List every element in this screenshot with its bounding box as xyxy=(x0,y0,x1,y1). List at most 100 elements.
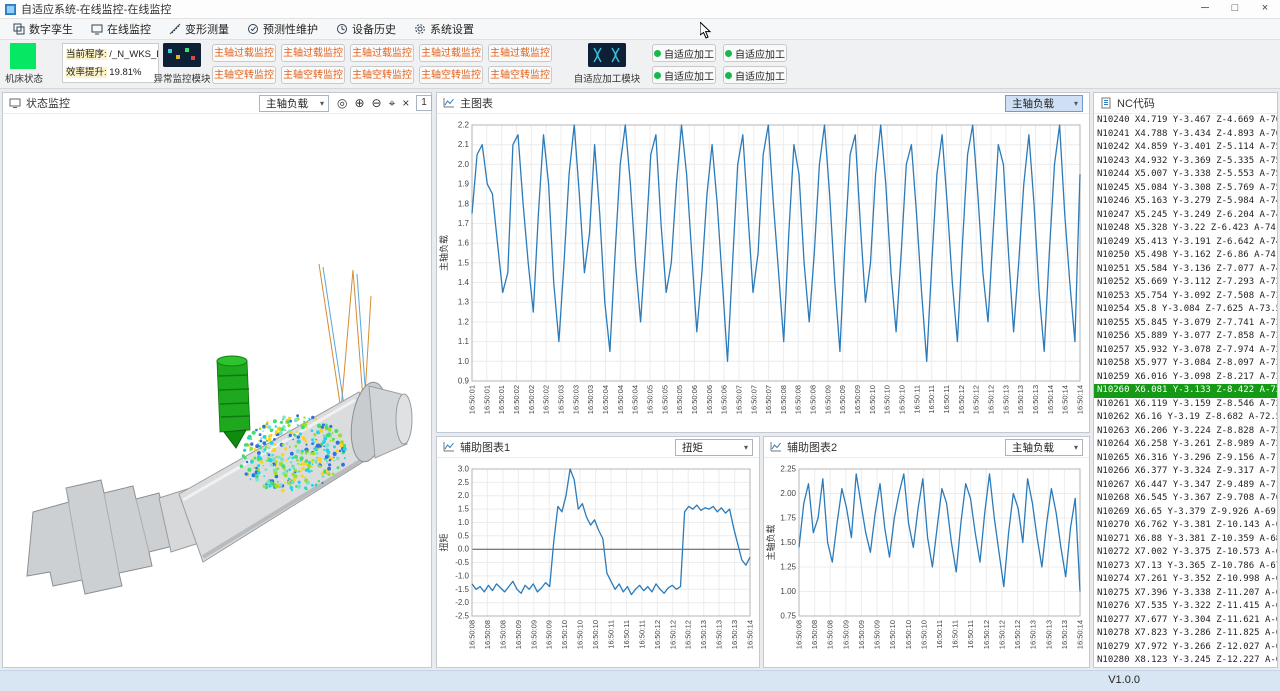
nc-code-line[interactable]: N10243 X4.932 Y-3.369 Z-5.335 A-75.523 xyxy=(1094,155,1277,169)
adaptive-machining-button-1[interactable]: 自适应加工 xyxy=(652,44,716,62)
adaptive-machining-button-3[interactable]: 自适应加工 xyxy=(652,66,716,84)
svg-text:16:50:09: 16:50:09 xyxy=(853,385,862,414)
adaptive-machining-button-2[interactable]: 自适应加工 xyxy=(723,44,787,62)
idle-monitor-button-4[interactable]: 主轴空转监控 xyxy=(419,66,483,84)
nc-code-line[interactable]: N10280 X8.123 Y-3.245 Z-12.227 A-62.23 xyxy=(1094,654,1277,667)
overload-monitor-button-5[interactable]: 主轴过载监控 xyxy=(488,44,552,62)
nc-code-line-active[interactable]: N10260 X6.081 Y-3.133 Z-8.422 A-72.835 xyxy=(1094,384,1277,398)
efficiency-value: 19.81% xyxy=(109,67,141,78)
adaptive-machining-button-4[interactable]: 自适应加工 xyxy=(723,66,787,84)
nc-code-line[interactable]: N10273 X7.13 Y-3.365 Z-10.786 A-67.372 xyxy=(1094,560,1277,574)
nc-code-line[interactable]: N10241 X4.788 Y-3.434 Z-4.893 A-76.062 xyxy=(1094,128,1277,142)
nc-code-line[interactable]: N10276 X7.535 Y-3.322 Z-11.415 A-65.22 xyxy=(1094,600,1277,614)
nc-code-line[interactable]: N10252 X5.669 Y-3.112 Z-7.293 A-73.844 xyxy=(1094,276,1277,290)
nc-code-line[interactable]: N10271 X6.88 Y-3.381 Z-10.359 A-68.71 xyxy=(1094,533,1277,547)
nc-code-line[interactable]: N10257 X5.932 Y-3.078 Z-7.974 A-73.243 xyxy=(1094,344,1277,358)
nc-code-line[interactable]: N10245 X5.084 Y-3.308 Z-5.769 A-75.088 xyxy=(1094,182,1277,196)
zoom-out-icon[interactable]: ⊖ xyxy=(372,94,382,112)
nc-code-line[interactable]: N10266 X6.377 Y-3.324 Z-9.317 A-71.443 xyxy=(1094,465,1277,479)
nc-code-line[interactable]: N10250 X5.498 Y-3.162 Z-6.86 A-74.178 xyxy=(1094,249,1277,263)
nc-code-line[interactable]: N10256 X5.889 Y-3.077 Z-7.858 A-73.348 xyxy=(1094,330,1277,344)
nc-code-line[interactable]: N10274 X7.261 Y-3.352 Z-10.998 A-66.67 xyxy=(1094,573,1277,587)
zoom-in-icon[interactable]: ⊕ xyxy=(354,94,364,112)
nc-code-line[interactable]: N10240 X4.719 Y-3.467 Z-4.669 A-76.396 xyxy=(1094,114,1277,128)
machine-3d-viewport[interactable] xyxy=(3,114,431,667)
svg-text:16:50:08: 16:50:08 xyxy=(795,620,804,649)
pan-icon[interactable]: ◎ xyxy=(337,94,347,112)
menu-item-4[interactable]: 预测性维护 xyxy=(238,19,327,39)
svg-text:-1.5: -1.5 xyxy=(455,585,469,594)
svg-text:16:50:13: 16:50:13 xyxy=(1060,620,1069,649)
menu-item-label: 在线监控 xyxy=(107,21,151,37)
menu-item-2[interactable]: 在线监控 xyxy=(82,19,160,39)
maximize-button[interactable]: □ xyxy=(1220,0,1250,18)
svg-text:16:50:08: 16:50:08 xyxy=(794,385,803,414)
nc-code-line[interactable]: N10269 X6.65 Y-3.379 Z-9.926 A-69.947 xyxy=(1094,506,1277,520)
reset-view-icon[interactable]: × xyxy=(402,94,409,112)
idle-monitor-button-1[interactable]: 主轴空转监控 xyxy=(212,66,276,84)
nc-code-line[interactable]: N10275 X7.396 Y-3.338 Z-11.207 A-65.95 xyxy=(1094,587,1277,601)
svg-text:16:50:11: 16:50:11 xyxy=(607,620,616,649)
aux-chart2-metric-select[interactable]: 主轴负载 ▾ xyxy=(1005,439,1083,456)
overload-monitor-button-2[interactable]: 主轴过载监控 xyxy=(281,44,345,62)
nc-code-line[interactable]: N10261 X6.119 Y-3.159 Z-8.546 A-72.701 xyxy=(1094,398,1277,412)
nc-code-line[interactable]: N10272 X7.002 Y-3.375 Z-10.573 A-68.05 xyxy=(1094,546,1277,560)
svg-text:16:50:08: 16:50:08 xyxy=(826,620,835,649)
nc-code-line[interactable]: N10259 X6.016 Y-3.098 Z-8.217 A-73.036 xyxy=(1094,371,1277,385)
nc-code-line[interactable]: N10249 X5.413 Y-3.191 Z-6.642 A-74.34 xyxy=(1094,236,1277,250)
nc-code-line[interactable]: N10253 X5.754 Y-3.092 Z-7.508 A-73.677 xyxy=(1094,290,1277,304)
line-chart-icon xyxy=(443,97,455,109)
view-mode-select[interactable]: 主轴负载 ▾ xyxy=(259,95,329,112)
program-info-box: 当前程序: /_N_WKS_DIR... 效率提升: 19.81% xyxy=(62,43,159,83)
overload-monitor-button-3[interactable]: 主轴过载监控 xyxy=(350,44,414,62)
nc-code-line[interactable]: N10254 X5.8 Y-3.084 Z-7.625 A-73.571 C xyxy=(1094,303,1277,317)
aux-chart2-metric-value: 主轴负载 xyxy=(1012,440,1054,455)
menu-item-1[interactable]: 数字孪生 xyxy=(4,19,82,39)
main-chart-metric-select[interactable]: 主轴负载 ▾ xyxy=(1005,95,1083,112)
aux-chart1-title: 辅助图表1 xyxy=(460,439,510,455)
nc-code-line[interactable]: N10247 X5.245 Y-3.249 Z-6.204 A-74.701 xyxy=(1094,209,1277,223)
adaptive-button-label: 自适应加工 xyxy=(664,46,714,61)
menu-icon-3 xyxy=(169,23,181,35)
title-bar: 自适应系统-在线监控-在线监控 ─ □ × xyxy=(0,0,1280,19)
nc-code-line[interactable]: N10262 X6.16 Y-3.19 Z-8.682 A-72.56 xyxy=(1094,411,1277,425)
overload-monitor-button-1[interactable]: 主轴过载监控 xyxy=(212,44,276,62)
nc-code-line[interactable]: N10267 X6.447 Y-3.347 Z-9.489 A-71.055 xyxy=(1094,479,1277,493)
nc-code-line[interactable]: N10278 X7.823 Y-3.286 Z-11.825 A-63.73 xyxy=(1094,627,1277,641)
nc-code-line[interactable]: N10246 X5.163 Y-3.279 Z-5.984 A-74.892 xyxy=(1094,195,1277,209)
nc-code-line[interactable]: N10248 X5.328 Y-3.22 Z-6.423 A-74.52 C xyxy=(1094,222,1277,236)
nc-code-line[interactable]: N10265 X6.316 Y-3.296 Z-9.156 A-71.77 xyxy=(1094,452,1277,466)
nc-code-line[interactable]: N10255 X5.845 Y-3.079 Z-7.741 A-73.458 xyxy=(1094,317,1277,331)
svg-text:16:50:10: 16:50:10 xyxy=(883,385,892,414)
nc-code-line[interactable]: N10268 X6.545 Y-3.367 Z-9.708 A-70.57 xyxy=(1094,492,1277,506)
menu-item-6[interactable]: 系统设置 xyxy=(405,19,483,39)
nc-code-line[interactable]: N10242 X4.859 Y-3.401 Z-5.114 A-75.775 xyxy=(1094,141,1277,155)
close-button[interactable]: × xyxy=(1250,0,1280,18)
minimize-button[interactable]: ─ xyxy=(1190,0,1220,18)
nc-code-line[interactable]: N10258 X5.977 Y-3.084 Z-8.097 A-73.138 xyxy=(1094,357,1277,371)
aux-chart1-area: -2.5-2.0-1.5-1.0-0.50.00.51.01.52.02.53.… xyxy=(438,459,758,671)
status-toolbar: 机床状态 当前程序: /_N_WKS_DIR... 效率提升: 19.81% 异… xyxy=(0,40,1280,89)
aux-chart1-metric-select[interactable]: 扭矩 ▾ xyxy=(675,439,753,456)
svg-text:16:50:03: 16:50:03 xyxy=(586,385,595,414)
idle-monitor-button-5[interactable]: 主轴空转监控 xyxy=(488,66,552,84)
nc-code-line[interactable]: N10263 X6.206 Y-3.224 Z-8.828 A-72.33 xyxy=(1094,425,1277,439)
svg-text:1.75: 1.75 xyxy=(780,514,796,523)
idle-monitor-button-3[interactable]: 主轴空转监控 xyxy=(350,66,414,84)
overload-monitor-button-4[interactable]: 主轴过载监控 xyxy=(419,44,483,62)
svg-text:主轴负载: 主轴负载 xyxy=(765,524,776,560)
nc-code-line[interactable]: N10279 X7.972 Y-3.266 Z-12.027 A-62.98 xyxy=(1094,641,1277,655)
svg-text:16:50:11: 16:50:11 xyxy=(927,385,936,414)
nc-code-panel: NC代码 N10240 X4.719 Y-3.467 Z-4.669 A-76.… xyxy=(1093,92,1278,668)
menu-item-5[interactable]: 设备历史 xyxy=(327,19,405,39)
svg-text:16:50:12: 16:50:12 xyxy=(987,385,996,414)
nc-code-line[interactable]: N10251 X5.584 Y-3.136 Z-7.077 A-74.012 xyxy=(1094,263,1277,277)
idle-monitor-button-2[interactable]: 主轴空转监控 xyxy=(281,66,345,84)
nc-code-line[interactable]: N10244 X5.007 Y-3.338 Z-5.553 A-75.297 xyxy=(1094,168,1277,182)
nc-code-line[interactable]: N10270 X6.762 Y-3.381 Z-10.143 A-69.3 xyxy=(1094,519,1277,533)
crosshair-icon[interactable]: ⌖ xyxy=(389,94,396,112)
nc-code-line[interactable]: N10264 X6.258 Y-3.261 Z-8.989 A-72.07 xyxy=(1094,438,1277,452)
nc-code-line[interactable]: N10277 X7.677 Y-3.304 Z-11.621 A-64.48 xyxy=(1094,614,1277,628)
menu-item-3[interactable]: 变形测量 xyxy=(160,19,238,39)
svg-text:16:50:07: 16:50:07 xyxy=(749,385,758,414)
